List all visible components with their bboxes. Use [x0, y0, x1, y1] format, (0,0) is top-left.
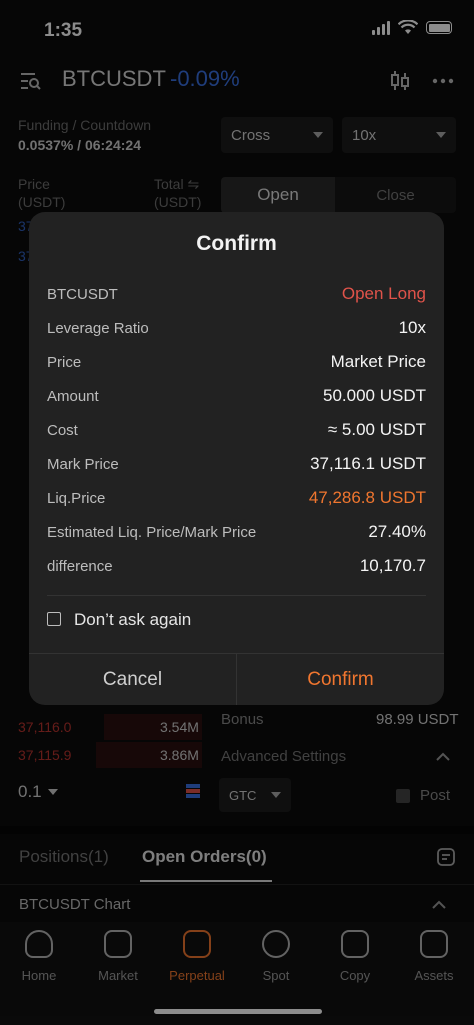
- dialog-footer: Cancel Confirm: [29, 653, 444, 705]
- detail-row: difference 10,170.7: [47, 549, 426, 583]
- detail-row: Leverage Ratio 10x: [47, 311, 426, 345]
- detail-key: Estimated Liq. Price/Mark Price: [47, 523, 257, 541]
- detail-value: Market Price: [330, 352, 426, 371]
- trading-screen: 1:35 BTCUSDT -0.09% Funding / Countdown …: [0, 0, 474, 1025]
- cancel-button[interactable]: Cancel: [29, 654, 236, 705]
- detail-value: 10x: [398, 318, 426, 337]
- detail-row: Price Market Price: [47, 345, 426, 379]
- detail-key: Amount: [47, 387, 99, 405]
- confirm-button[interactable]: Confirm: [236, 654, 444, 705]
- detail-row: Amount 50.000 USDT: [47, 379, 426, 413]
- detail-row: Cost ≈ 5.00 USDT: [47, 413, 426, 447]
- detail-value: 47,286.8 USDT: [308, 488, 426, 507]
- detail-key: Cost: [47, 421, 78, 439]
- dialog-title: Confirm: [196, 232, 277, 255]
- dont-ask-checkbox[interactable]: [47, 612, 61, 626]
- dont-ask-label[interactable]: Don’t ask again: [74, 610, 191, 630]
- detail-row: BTCUSDT Open Long: [47, 277, 426, 311]
- detail-value: 10,170.7: [359, 556, 426, 575]
- detail-value: 27.40%: [368, 522, 426, 541]
- detail-value: Open Long: [341, 284, 426, 303]
- detail-row: Mark Price 37,116.1 USDT: [47, 447, 426, 481]
- detail-key: difference: [47, 557, 113, 575]
- detail-value: ≈ 5.00 USDT: [327, 420, 426, 439]
- detail-key: BTCUSDT: [47, 285, 118, 303]
- detail-value: 50.000 USDT: [323, 386, 426, 405]
- dialog-divider: [47, 595, 426, 596]
- detail-row: Estimated Liq. Price/Mark Price 27.40%: [47, 515, 426, 549]
- detail-row: Liq.Price 47,286.8 USDT: [47, 481, 426, 515]
- detail-key: Leverage Ratio: [47, 319, 149, 337]
- detail-key: Price: [47, 353, 82, 371]
- confirm-dialog: Confirm BTCUSDT Open Long Leverage Ratio 1…: [29, 212, 444, 705]
- detail-key: Mark Price: [47, 455, 119, 473]
- detail-value: 37,116.1 USDT: [310, 454, 426, 473]
- detail-key: Liq.Price: [47, 489, 106, 507]
